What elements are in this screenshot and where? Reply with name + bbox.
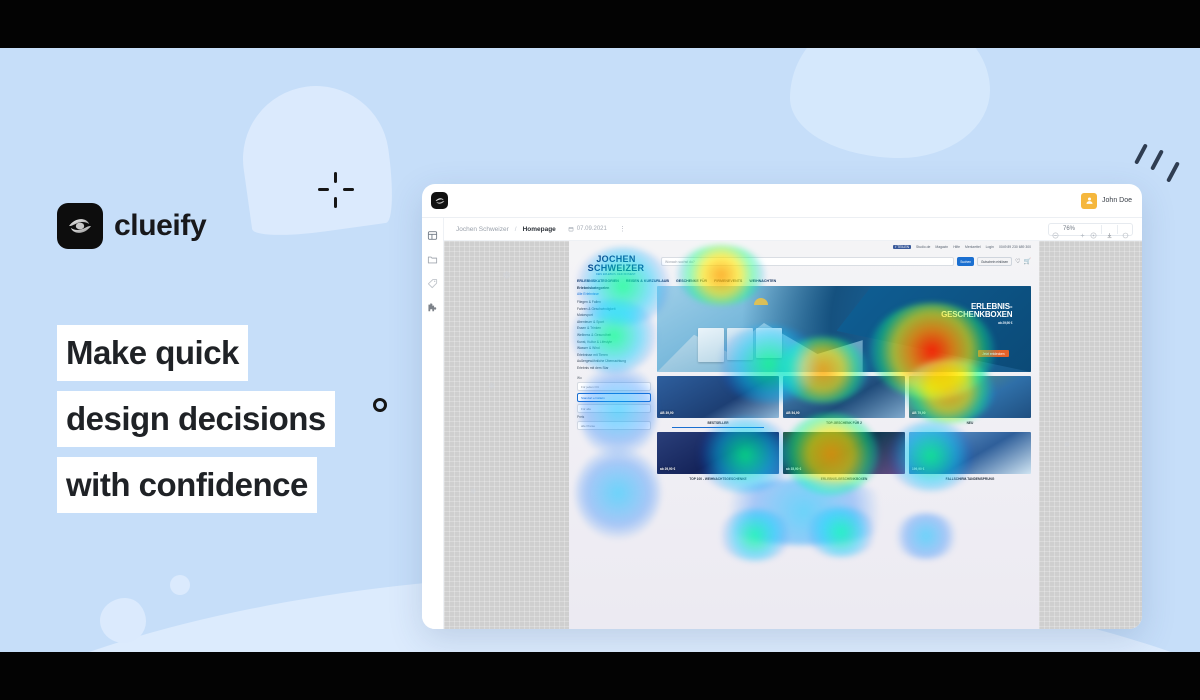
heat-spot <box>697 417 793 493</box>
kebab-menu-icon[interactable]: ⋮ <box>619 225 626 233</box>
app-sidebar <box>422 218 444 629</box>
heat-spot <box>777 337 869 403</box>
snowflake-decoration: ❄ <box>488 381 496 391</box>
background-blob-teardrop <box>233 76 399 242</box>
breadcrumb-current: Homepage <box>522 225 556 233</box>
heat-spot <box>717 325 821 403</box>
toolbar-divider-2 <box>1117 224 1118 234</box>
sidebar-item-puzzle[interactable] <box>427 300 438 312</box>
heat-spot <box>677 245 765 305</box>
sidebar-item-folder[interactable] <box>427 252 438 264</box>
settings-icon[interactable] <box>1122 226 1129 238</box>
sidebar-item-dashboard[interactable] <box>427 228 438 240</box>
background-blob-small-2 <box>170 575 190 595</box>
toolbar-divider <box>1101 224 1102 234</box>
diagonal-dashes-icon <box>1133 143 1193 193</box>
sidebar-item-tag[interactable] <box>427 276 438 289</box>
heat-spot <box>903 359 995 423</box>
zoom-control[interactable]: 76% <box>1047 222 1133 238</box>
app-toolbar: Jochen Schweizer / Homepage 07.09.2021 ⋮ <box>444 218 1142 241</box>
brand-name: clueify <box>114 209 207 242</box>
zoom-in-icon[interactable] <box>1079 226 1086 237</box>
crosshair-icon <box>318 172 354 208</box>
headline-line-2: design decisions <box>57 391 335 447</box>
hero-stage: clueify Make quick design decisions with… <box>0 48 1200 652</box>
brand-logo: clueify <box>57 203 207 249</box>
app-topbar: John Doe <box>422 184 1142 218</box>
heat-spot <box>719 509 791 561</box>
headline-line-3: with confidence <box>57 457 317 513</box>
headline-line-1: Make quick <box>57 325 248 381</box>
calendar-icon <box>568 227 574 232</box>
breadcrumb-separator: / <box>514 225 517 233</box>
clueify-eye-icon <box>57 203 103 249</box>
heat-spot <box>805 507 877 557</box>
user-name: John Doe <box>1102 197 1132 204</box>
user-menu[interactable]: John Doe <box>1081 192 1132 209</box>
fit-screen-icon[interactable] <box>1090 226 1097 238</box>
snowflake-decoration: ❄ <box>502 270 512 282</box>
heat-spot <box>571 299 657 373</box>
breadcrumb-root[interactable]: Jochen Schweizer <box>456 226 509 233</box>
date-field[interactable]: 07.09.2021 <box>568 226 607 232</box>
heatmap-canvas[interactable]: ❄ ❄ ❄ ❄ ❄ f TEILEN Studio.de Magazin Hil… <box>444 241 1142 629</box>
zoom-value: 76% <box>1062 226 1075 232</box>
zoom-out-icon[interactable] <box>1052 226 1059 238</box>
user-avatar-icon <box>1081 192 1098 209</box>
snowflake-decoration: ❄ <box>470 487 477 496</box>
app-body: Jochen Schweizer / Homepage 07.09.2021 ⋮ <box>422 218 1142 629</box>
heat-spot <box>579 363 657 459</box>
heat-spot <box>575 247 671 325</box>
heat-spot <box>709 479 899 545</box>
download-icon[interactable] <box>1106 226 1113 238</box>
heat-spot <box>783 413 879 495</box>
heat-spot <box>893 513 959 559</box>
background-blob-small-1 <box>100 598 146 643</box>
heatmap-overlay <box>569 241 1039 629</box>
letterbox-bottom <box>0 652 1200 700</box>
analyzed-page: f TEILEN Studio.de Magazin Hilfe Merkzet… <box>569 241 1039 629</box>
heat-spot <box>887 421 975 491</box>
app-main: Jochen Schweizer / Homepage 07.09.2021 ⋮ <box>444 218 1142 629</box>
snowflake-decoration: ❄ <box>1064 442 1070 449</box>
snowflake-decoration: ❄ <box>1048 359 1056 369</box>
date-value: 07.09.2021 <box>576 226 607 232</box>
page-title: Make quick design decisions with confide… <box>57 325 335 523</box>
heat-spot-primary <box>869 303 995 399</box>
ring-dot-icon <box>373 398 387 412</box>
toolbar-right: 76% <box>1047 222 1133 238</box>
app-window: John Doe Jochen Schweizer / Homepage 07.… <box>422 184 1142 629</box>
app-logo-icon[interactable] <box>431 192 448 209</box>
background-blob-top-right <box>790 48 990 158</box>
letterbox-top <box>0 0 1200 48</box>
heat-spot <box>575 447 661 539</box>
